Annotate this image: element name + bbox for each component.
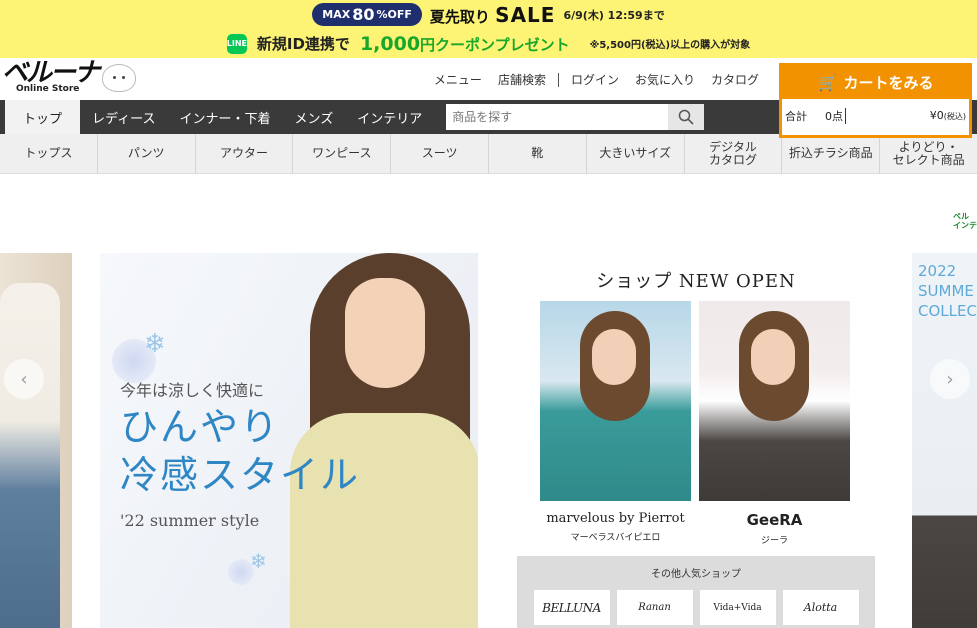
sale-banner[interactable]: MAX 80 %OFF 夏先取り SALE 6/9(木) 12:59まで <box>0 0 977 29</box>
brand-list: BELLUNA Ranan Vida+Vida Alotta <box>517 590 875 625</box>
other-shops: その他人気ショップ BELLUNA Ranan Vida+Vida Alotta <box>517 556 875 628</box>
search-icon <box>679 109 694 125</box>
category-flyer[interactable]: 折込チラシ商品 <box>782 134 881 173</box>
cart-count: 0点 <box>825 107 846 124</box>
cart-price: ¥0(税込) <box>930 109 966 122</box>
carousel-prev-button[interactable]: ‹ <box>4 359 44 399</box>
model-face <box>345 278 425 388</box>
shop-name-geera[interactable]: GeeRA ジーラ <box>699 511 850 546</box>
snowflake-icon: ❄ <box>250 549 267 573</box>
banner-english: '22 summer style <box>120 511 260 530</box>
shop-image-geera[interactable] <box>699 301 850 501</box>
search-input[interactable] <box>446 104 669 130</box>
banner-title-line1: ひんやり <box>120 405 281 449</box>
sale-badge-suffix: %OFF <box>376 8 412 21</box>
tab-interior[interactable]: インテリア <box>345 100 434 134</box>
favorites-link[interactable]: お気に入り <box>627 73 703 87</box>
shop-name-text: GeeRA <box>746 511 803 529</box>
line-coupon: 1,000円クーポンプレゼント <box>360 33 570 55</box>
search-box <box>446 104 705 130</box>
brand-vida-vida[interactable]: Vida+Vida <box>699 590 776 625</box>
cart-total-label: 合計 <box>785 109 807 123</box>
category-suits[interactable]: スーツ <box>391 134 489 173</box>
shop-model-face <box>592 329 636 385</box>
category-pants[interactable]: パンツ <box>98 134 196 173</box>
view-cart-button[interactable]: 🛒 カートをみる <box>782 66 969 99</box>
cart-box: 🛒 カートをみる 合計 0点 ¥0(税込) <box>779 63 972 138</box>
sale-badge: MAX 80 %OFF <box>312 3 422 26</box>
site-header: ベルーナ Online Store メニュー 店舗検索 ログイン お気に入り カ… <box>0 58 977 138</box>
shop-name-marvelous[interactable]: marvelous by Pierrot マーベラスバイピエロ <box>540 511 691 543</box>
tab-ladies[interactable]: レディース <box>80 100 167 134</box>
corner-logo[interactable]: ベル インテ <box>953 212 977 230</box>
mascot-icon[interactable] <box>102 64 136 92</box>
site-logo[interactable]: ベルーナ Online Store <box>2 58 100 98</box>
next-slide-text: 2022 SUMME COLLEC <box>918 261 977 321</box>
coupon-note: ※5,500円(税込)以上の購入が対象 <box>589 40 751 51</box>
menu-link[interactable]: メニュー <box>426 73 490 87</box>
login-link[interactable]: ログイン <box>557 73 627 87</box>
tab-innerwear[interactable]: インナー・下着 <box>167 100 282 134</box>
brand-ranan[interactable]: Ranan <box>616 590 693 625</box>
header-links: メニュー 店舗検索 ログイン お気に入り カタログ <box>426 73 767 87</box>
next-slide-line1: 2022 <box>918 262 957 280</box>
brand-alotta[interactable]: Alotta <box>782 590 859 625</box>
banner-subtitle: 今年は涼しく快適に <box>120 381 265 400</box>
logo-text: ベルーナ <box>2 58 100 88</box>
coupon-amount: 1,000 <box>359 32 421 55</box>
shop-name-text: marvelous by Pierrot <box>546 511 685 526</box>
banner-title-line2: 冷感スタイル <box>120 453 361 497</box>
prev-slide-image <box>0 283 60 628</box>
carousel-next-button[interactable]: › <box>930 359 970 399</box>
shop-images <box>540 301 850 501</box>
tab-top[interactable]: トップ <box>5 100 81 134</box>
category-select[interactable]: よりどり・ セレクト商品 <box>880 134 977 173</box>
category-outer[interactable]: アウター <box>196 134 294 173</box>
category-digital-catalog[interactable]: デジタル カタログ <box>685 134 783 173</box>
next-slide-line3: COLLEC <box>918 302 977 320</box>
snowflake-icon: ❄ <box>144 329 166 359</box>
search-button[interactable] <box>668 104 705 130</box>
shop-name-kana: マーベラスバイピエロ <box>570 533 661 543</box>
line-icon: LINE <box>227 33 247 54</box>
sale-badge-prefix: MAX <box>322 8 351 21</box>
next-slide-preview[interactable]: 2022 SUMME COLLEC <box>912 253 977 628</box>
brand-belluna[interactable]: BELLUNA <box>533 590 610 625</box>
sale-deadline: 6/9(木) 12:59まで <box>563 8 665 22</box>
category-shoes[interactable]: 靴 <box>489 134 587 173</box>
prev-slide-preview[interactable] <box>0 253 72 628</box>
shop-name-kana: ジーラ <box>760 536 788 546</box>
line-text: 新規ID連携で <box>256 35 350 53</box>
banner-title: ひんやり 冷感スタイル <box>120 403 360 499</box>
shop-title: ショップ NEW OPEN <box>596 271 796 292</box>
coupon-text: 円クーポンプレゼント <box>420 35 570 54</box>
category-large-size[interactable]: 大きいサイズ <box>587 134 685 173</box>
tab-mens[interactable]: メンズ <box>282 100 345 134</box>
cart-icon: 🛒 <box>817 73 838 92</box>
cool-style-banner[interactable]: ❄ 今年は涼しく快適に ひんやり 冷感スタイル '22 summer style… <box>100 253 478 628</box>
view-cart-label: カートをみる <box>843 74 934 92</box>
sale-word: SALE <box>495 2 556 27</box>
shop-model-face <box>751 329 795 385</box>
line-coupon-banner[interactable]: LINE 新規ID連携で 1,000円クーポンプレゼント ※5,500円(税込)… <box>0 29 977 58</box>
catalog-link[interactable]: カタログ <box>703 73 767 87</box>
new-shop-panel: ショップ NEW OPEN marvelous by Pierrot マーベラス… <box>517 253 875 628</box>
next-slide-line2: SUMME <box>918 282 974 300</box>
category-bar: トップス パンツ アウター ワンピース スーツ 靴 大きいサイズ デジタル カタ… <box>0 134 977 174</box>
cart-summary: 合計 0点 ¥0(税込) <box>782 99 969 132</box>
cart-price-value: ¥0 <box>929 109 944 122</box>
other-shops-title: その他人気ショップ <box>651 569 741 580</box>
shop-image-marvelous[interactable] <box>540 301 691 501</box>
sale-badge-value: 80 <box>352 5 375 24</box>
store-search-link[interactable]: 店舗検索 <box>490 73 554 87</box>
hero-carousel: ‹ ❄ 今年は涼しく快適に ひんやり 冷感スタイル '22 summer sty… <box>0 253 977 628</box>
chevron-right-icon: › <box>946 368 954 390</box>
chevron-left-icon: ‹ <box>20 368 28 390</box>
sale-title: 夏先取り SALE <box>430 3 556 27</box>
category-tops[interactable]: トップス <box>0 134 98 173</box>
category-onepiece[interactable]: ワンピース <box>293 134 392 173</box>
sale-title-text: 夏先取り <box>429 7 490 26</box>
cart-tax: (税込) <box>943 112 966 121</box>
